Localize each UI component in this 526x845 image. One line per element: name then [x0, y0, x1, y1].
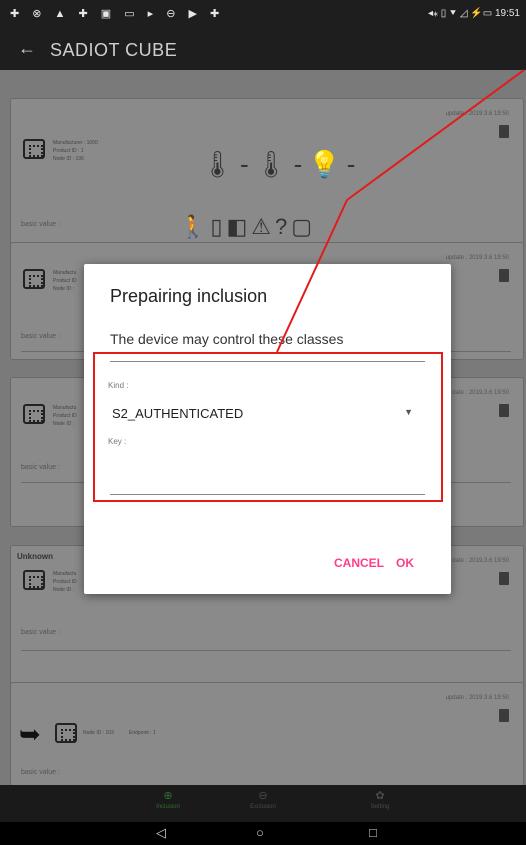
- minus-circle-icon: ⊖: [258, 790, 268, 802]
- device-card[interactable]: update : 2019.3.6 19:50 Manufacturer : 1…: [10, 98, 524, 248]
- manufacturer-text: Manufacturer : 1000: [53, 140, 98, 146]
- inclusion-dialog: Prepairing inclusion The device may cont…: [84, 264, 451, 594]
- product-id-text: Product ID : 1: [53, 148, 84, 154]
- device-chip-icon: [23, 404, 45, 424]
- update-timestamp: update : 2019.3.6 19:50: [445, 695, 509, 701]
- manufacturer-text: Manufactu: [53, 405, 77, 411]
- system-status-icons: ◂⁎ ▯ ⯆ ◿ ⚡▭ 19:51: [427, 8, 520, 19]
- device-chip-icon: [23, 570, 45, 590]
- dialog-title: Prepairing inclusion: [110, 286, 268, 306]
- node-id-text: Node ID : 103: [83, 730, 114, 736]
- node-id-text: Node ID :: [53, 587, 75, 593]
- dialog-divider: [110, 361, 425, 362]
- basic-value-label: basic value :: [21, 769, 60, 776]
- nav-setting[interactable]: ✿ Setting: [330, 789, 430, 810]
- manufacturer-text: Manufactu: [53, 270, 77, 276]
- document-icon[interactable]: [499, 269, 509, 282]
- device-meta: Manufactu Product ID Node ID :: [53, 570, 77, 594]
- unknown-label: Unknown: [17, 552, 53, 561]
- sensor-icons: 🌡-🌡-💡-: [201, 149, 362, 179]
- document-icon[interactable]: [499, 404, 509, 417]
- nav-exclusion-label: Exclusion: [250, 804, 276, 810]
- class-icons: 🚶▯◧⚠?▢: [179, 214, 317, 239]
- basic-value-label: basic value :: [21, 464, 60, 471]
- app-title: SADIOT CUBE: [50, 40, 178, 60]
- ok-button[interactable]: OK: [396, 556, 414, 570]
- node-id-text: Node ID : 196: [53, 156, 84, 162]
- cancel-button[interactable]: CANCEL: [334, 556, 384, 570]
- plus-circle-icon: ⊕: [163, 790, 173, 802]
- manufacturer-text: Manufactu: [53, 571, 77, 577]
- nav-inclusion-label: Inclusion: [156, 804, 180, 810]
- basic-value-label: basic value :: [21, 333, 60, 340]
- device-meta: Manufactu Product ID Node ID :: [53, 269, 77, 293]
- notification-icons: ✚ ⊗ ▲ ✚ ▣ ▭ ▸ ⊖ ▶ ✚: [10, 8, 225, 20]
- system-home-icon[interactable]: ○: [256, 825, 264, 840]
- device-chip-icon: [55, 723, 77, 743]
- back-arrow-icon[interactable]: ←: [18, 38, 36, 59]
- nav-setting-label: Setting: [370, 804, 390, 810]
- bottom-navigation: ⊕ Inclusion ⊖ Exclusion ✿ Setting: [0, 785, 526, 822]
- dialog-message: The device may control these classes: [110, 331, 344, 347]
- system-recents-icon[interactable]: □: [369, 825, 377, 840]
- device-meta: Manufactu Product ID Node ID :: [53, 404, 77, 428]
- node-id-text: Node ID :: [53, 421, 75, 427]
- device-meta: Manufacturer : 1000 Product ID : 1 Node …: [53, 139, 98, 163]
- product-id-text: Product ID: [53, 413, 77, 419]
- product-id-text: Product ID: [53, 278, 77, 284]
- device-chip-icon: [23, 269, 45, 289]
- kind-label: Kind :: [108, 381, 129, 390]
- arrow-icon: ➥: [19, 719, 41, 749]
- basic-value-label: basic value :: [21, 629, 60, 636]
- document-icon[interactable]: [499, 572, 509, 585]
- product-id-text: Product ID: [53, 579, 77, 585]
- gear-icon: ✿: [375, 790, 385, 802]
- divider: [21, 650, 511, 651]
- device-card[interactable]: update : 2019.3.6 19:50 ➥ Node ID : 103 …: [10, 682, 524, 785]
- update-timestamp: update : 2019.3.6 19:50: [445, 255, 509, 261]
- basic-value-label: basic value :: [21, 221, 60, 228]
- key-input[interactable]: [110, 469, 425, 495]
- device-chip-icon: [23, 139, 45, 159]
- status-bar: ✚ ⊗ ▲ ✚ ▣ ▭ ▸ ⊖ ▶ ✚ ◂⁎ ▯ ⯆ ◿ ⚡▭ 19:51: [0, 0, 526, 28]
- update-timestamp: date : 2019.3.6 19:50: [452, 390, 509, 396]
- app-bar: ← SADIOT CUBE: [0, 28, 526, 70]
- document-icon[interactable]: [499, 709, 509, 722]
- node-id-text: Node ID :: [53, 286, 75, 292]
- dropdown-arrow-icon[interactable]: ▼: [404, 407, 413, 417]
- endpoint-text: Endpoint : 1: [129, 730, 156, 736]
- nav-inclusion[interactable]: ⊕ Inclusion: [118, 789, 218, 810]
- update-timestamp: update : 2019.3.6 19:50: [445, 111, 509, 117]
- update-timestamp: date : 2019.3.6 19:50: [452, 558, 509, 564]
- document-icon[interactable]: [499, 125, 509, 138]
- kind-select[interactable]: S2_AUTHENTICATED: [112, 406, 243, 421]
- system-back-icon[interactable]: ◁: [156, 825, 166, 841]
- system-navigation-bar: ◁ ○ □: [0, 822, 526, 845]
- key-label: Key :: [108, 437, 127, 446]
- nav-exclusion[interactable]: ⊖ Exclusion: [213, 789, 313, 810]
